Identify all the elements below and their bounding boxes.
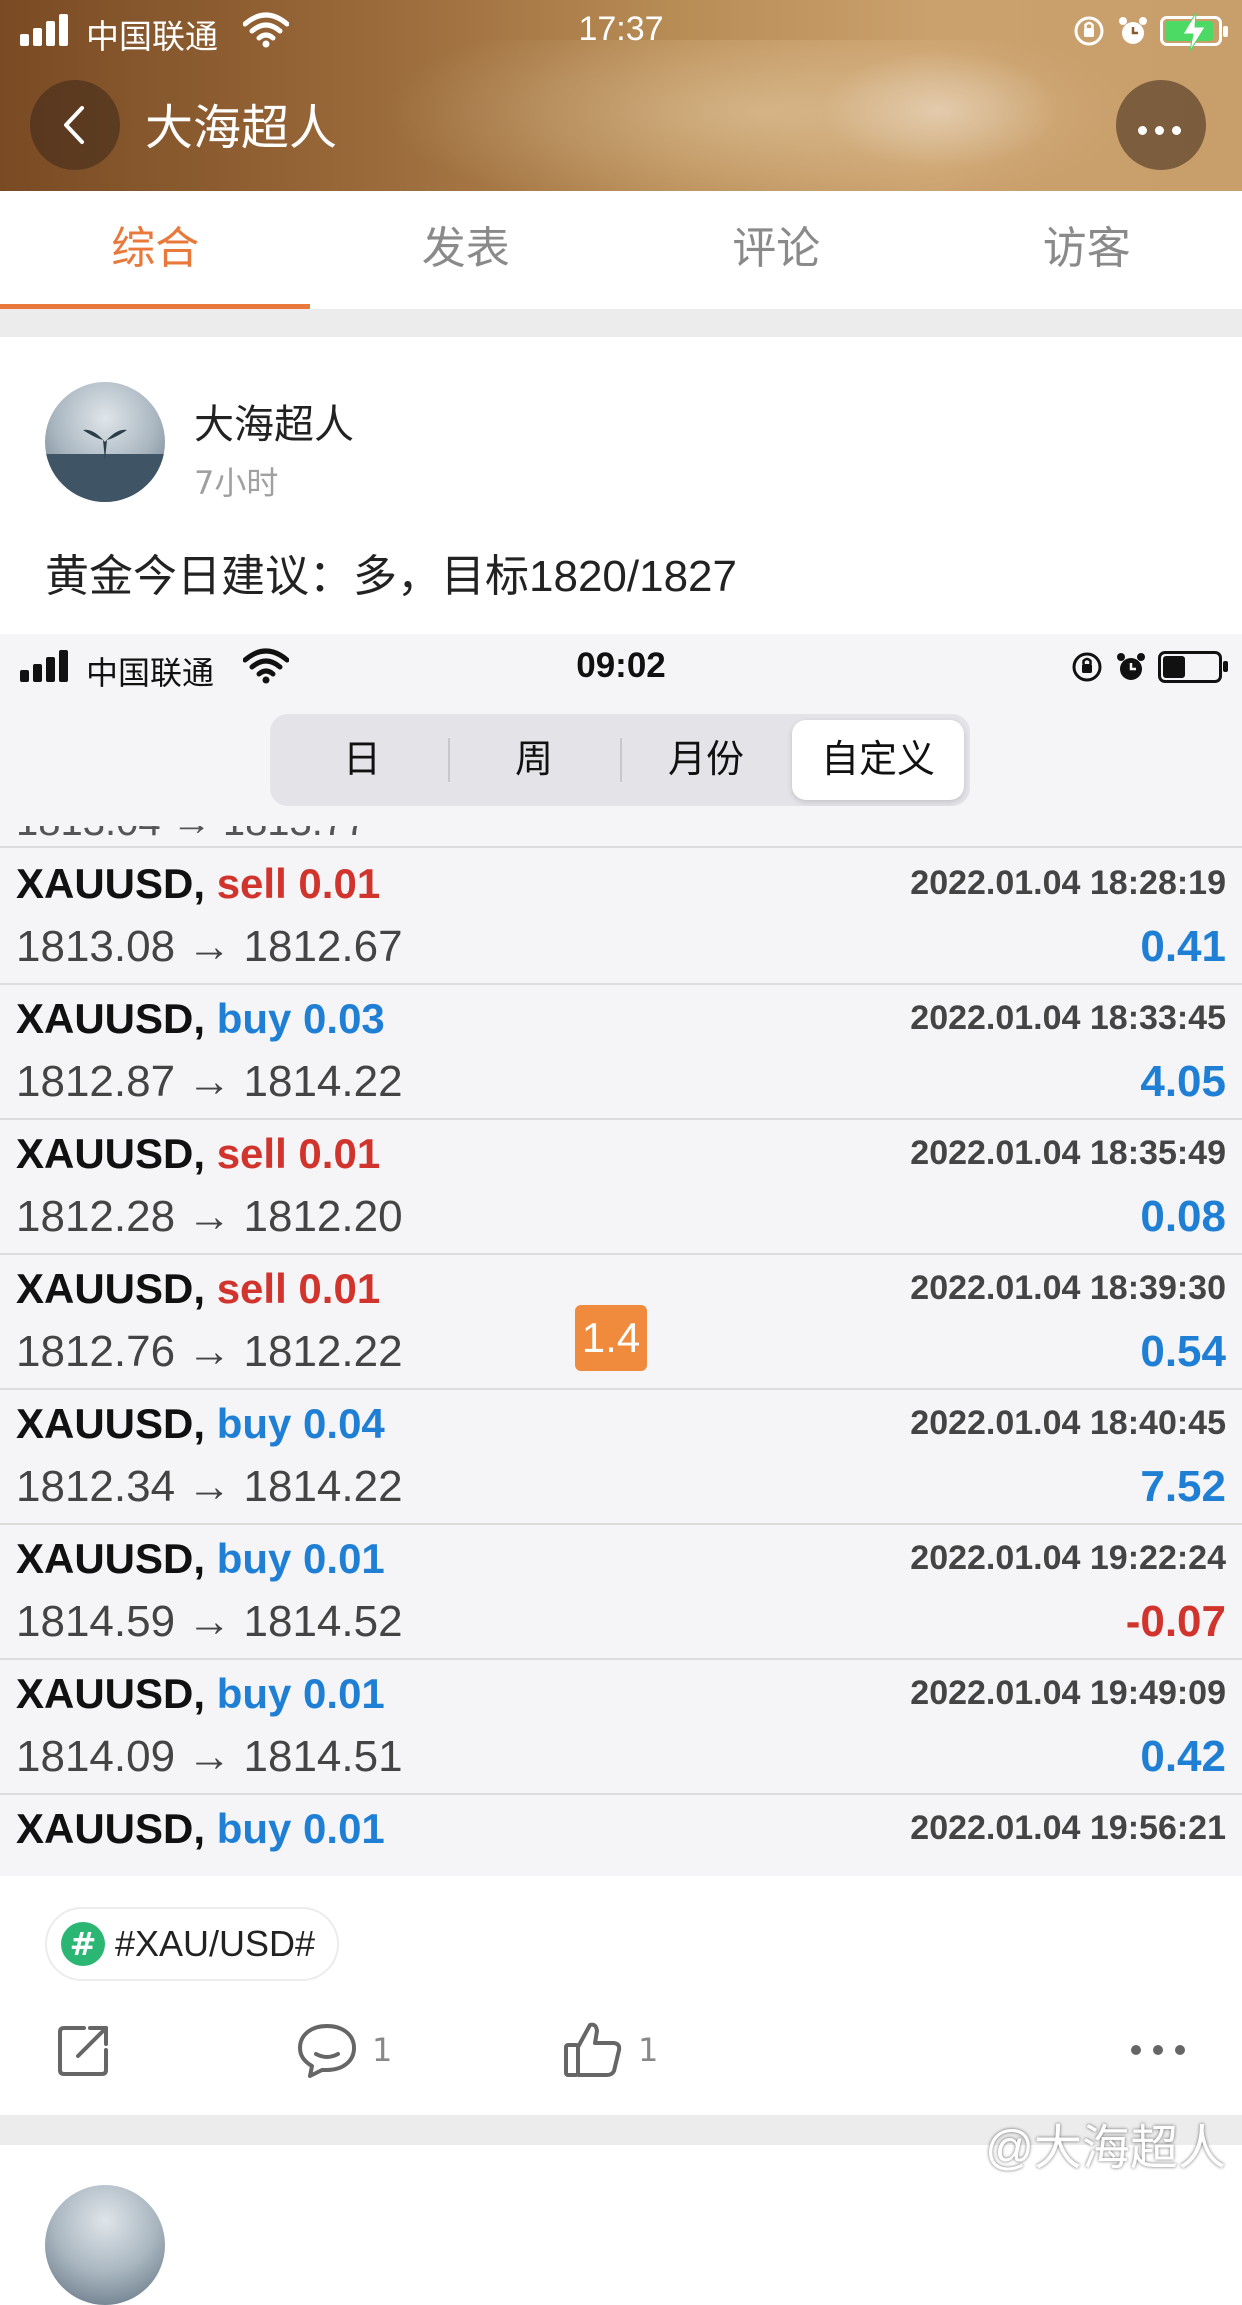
trade-side: sell 0.01 bbox=[217, 1265, 380, 1312]
whale-tail-icon bbox=[83, 424, 127, 460]
battery-icon bbox=[1158, 651, 1222, 683]
trade-row[interactable]: XAUUSD, buy 0.03 1812.87 → 1814.22 2022.… bbox=[0, 985, 1242, 1120]
share-icon bbox=[54, 2020, 114, 2080]
trade-prices: 1814.59 → 1814.52 bbox=[16, 1597, 403, 1647]
watermark: @大海超人 bbox=[985, 2108, 1226, 2178]
post-actions: 1 1 bbox=[0, 2010, 1242, 2090]
segment-day[interactable]: 日 bbox=[276, 720, 448, 800]
back-button[interactable] bbox=[30, 80, 120, 170]
trade-time: 2022.01.04 18:35:49 bbox=[910, 1134, 1226, 1173]
trade-side: buy 0.04 bbox=[217, 1400, 385, 1447]
alarm-icon bbox=[1116, 14, 1150, 48]
trade-side: buy 0.01 bbox=[217, 1670, 385, 1717]
trade-symbol: XAUUSD, sell 0.01 bbox=[16, 860, 380, 908]
more-options-button[interactable] bbox=[1116, 80, 1206, 170]
segment-month[interactable]: 月份 bbox=[620, 720, 792, 800]
trade-profit: 0.54 bbox=[1140, 1327, 1226, 1377]
author-name[interactable]: 大海超人 bbox=[194, 392, 354, 450]
trade-profit: 0.42 bbox=[1140, 1732, 1226, 1782]
trade-row[interactable]: XAUUSD, buy 0.01 1814.59 → 1814.52 2022.… bbox=[0, 1525, 1242, 1660]
trade-side: buy 0.03 bbox=[217, 995, 385, 1042]
trade-symbol: XAUUSD, buy 0.04 bbox=[16, 1400, 385, 1448]
post-image[interactable]: 中国联通 09:02 日 周 月份 自定义 bbox=[0, 634, 1242, 1876]
trade-time: 2022.01.04 19:49:09 bbox=[910, 1674, 1226, 1713]
section-divider bbox=[0, 309, 1242, 337]
alarm-icon bbox=[1114, 650, 1148, 684]
embedded-status-bar: 中国联通 09:02 bbox=[0, 634, 1242, 696]
trade-time: 2022.01.04 19:56:21 bbox=[910, 1809, 1226, 1848]
trade-profit: 7.52 bbox=[1140, 1462, 1226, 1512]
more-dots-icon bbox=[1128, 2040, 1188, 2060]
orientation-lock-icon bbox=[1070, 650, 1104, 684]
post-time: 7小时 bbox=[194, 458, 278, 504]
trade-symbol: XAUUSD, buy 0.01 bbox=[16, 1535, 385, 1583]
trade-prices: 1814.09 → 1814.51 bbox=[16, 1732, 403, 1782]
trade-profit: 4.05 bbox=[1140, 1057, 1226, 1107]
trade-row[interactable]: XAUUSD, sell 0.01 1813.08 → 1812.67 2022… bbox=[0, 850, 1242, 985]
tab-posts[interactable]: 发表 bbox=[311, 191, 622, 309]
segment-custom[interactable]: 自定义 bbox=[792, 720, 964, 800]
trade-symbol: XAUUSD, sell 0.01 bbox=[16, 1130, 380, 1178]
trade-profit: -0.07 bbox=[1126, 1597, 1226, 1647]
tab-comments[interactable]: 评论 bbox=[621, 191, 932, 309]
trade-time: 2022.01.04 18:40:45 bbox=[910, 1404, 1226, 1443]
segment-week[interactable]: 周 bbox=[448, 720, 620, 800]
page-title: 大海超人 bbox=[145, 88, 337, 158]
topic-tag[interactable]: # #XAU/USD# bbox=[45, 1907, 339, 1981]
battery-charging-icon bbox=[1160, 16, 1222, 46]
trade-side: buy 0.01 bbox=[217, 1805, 385, 1852]
like-count: 1 bbox=[638, 2031, 658, 2069]
hashtag-icon: # bbox=[61, 1922, 105, 1966]
chevron-left-icon bbox=[58, 104, 92, 146]
topic-label: #XAU/USD# bbox=[115, 1923, 315, 1965]
trade-time: 2022.01.04 18:39:30 bbox=[910, 1269, 1226, 1308]
trade-profit: 0.41 bbox=[1140, 922, 1226, 972]
trade-symbol: XAUUSD, sell 0.01 bbox=[16, 1265, 380, 1313]
trade-profit: 0.08 bbox=[1140, 1192, 1226, 1242]
trade-prices: 1813.08 → 1812.67 bbox=[16, 922, 403, 972]
period-segmented-control: 日 周 月份 自定义 bbox=[270, 714, 970, 806]
orientation-lock-icon bbox=[1072, 14, 1106, 48]
header-background-highlight bbox=[820, 50, 1060, 170]
trade-side: buy 0.01 bbox=[217, 1535, 385, 1582]
like-button[interactable]: 1 bbox=[562, 2010, 658, 2090]
comment-count: 1 bbox=[372, 2031, 392, 2069]
trade-row[interactable]: XAUUSD, buy 0.01 2022.01.04 19:56:21 bbox=[0, 1795, 1242, 1876]
trade-row-partial: 1813.04 → 1813.77 bbox=[0, 826, 1242, 848]
profile-tabs: 综合 发表 评论 访客 bbox=[0, 191, 1242, 309]
trade-row[interactable]: XAUUSD, buy 0.01 1814.09 → 1814.51 2022.… bbox=[0, 1660, 1242, 1795]
more-dots-icon bbox=[1138, 120, 1189, 139]
comment-button[interactable]: 1 bbox=[296, 2010, 392, 2090]
trade-prices: 1812.87 → 1814.22 bbox=[16, 1057, 403, 1107]
post-more-button[interactable] bbox=[1128, 2010, 1188, 2090]
trade-symbol: XAUUSD, buy 0.01 bbox=[16, 1670, 385, 1718]
trade-prices: 1812.76 → 1812.22 bbox=[16, 1327, 403, 1377]
trade-row[interactable]: XAUUSD, buy 0.04 1812.34 → 1814.22 2022.… bbox=[0, 1390, 1242, 1525]
share-button[interactable] bbox=[54, 2010, 114, 2090]
trade-row[interactable]: XAUUSD, sell 0.01 1812.28 → 1812.20 2022… bbox=[0, 1120, 1242, 1255]
trade-side: sell 0.01 bbox=[217, 1130, 380, 1177]
tab-visitors[interactable]: 访客 bbox=[932, 191, 1242, 309]
trade-time: 2022.01.04 18:33:45 bbox=[910, 999, 1226, 1038]
trade-prices: 1812.28 → 1812.20 bbox=[16, 1192, 403, 1242]
trade-time: 2022.01.04 19:22:24 bbox=[910, 1539, 1226, 1578]
status-bar: 中国联通 17:37 bbox=[0, 0, 1242, 62]
status-time: 17:37 bbox=[0, 10, 1242, 49]
author-avatar[interactable] bbox=[45, 382, 165, 502]
post-text: 黄金今日建议：多，目标1820/1827 bbox=[45, 540, 737, 604]
comment-icon bbox=[296, 2020, 358, 2080]
trade-prices: 1812.34 → 1814.22 bbox=[16, 1462, 403, 1512]
trade-symbol: XAUUSD, buy 0.01 bbox=[16, 1805, 385, 1853]
embedded-status-time: 09:02 bbox=[0, 646, 1242, 686]
tab-overview[interactable]: 综合 bbox=[0, 191, 311, 309]
trade-time: 2022.01.04 18:28:19 bbox=[910, 864, 1226, 903]
profile-header: 中国联通 17:37 bbox=[0, 0, 1242, 191]
trade-symbol: XAUUSD, buy 0.03 bbox=[16, 995, 385, 1043]
trade-side: sell 0.01 bbox=[217, 860, 380, 907]
image-sticker-badge: 1.4 bbox=[575, 1305, 647, 1371]
thumbs-up-icon bbox=[562, 2019, 624, 2081]
next-post-avatar[interactable] bbox=[45, 2185, 165, 2305]
